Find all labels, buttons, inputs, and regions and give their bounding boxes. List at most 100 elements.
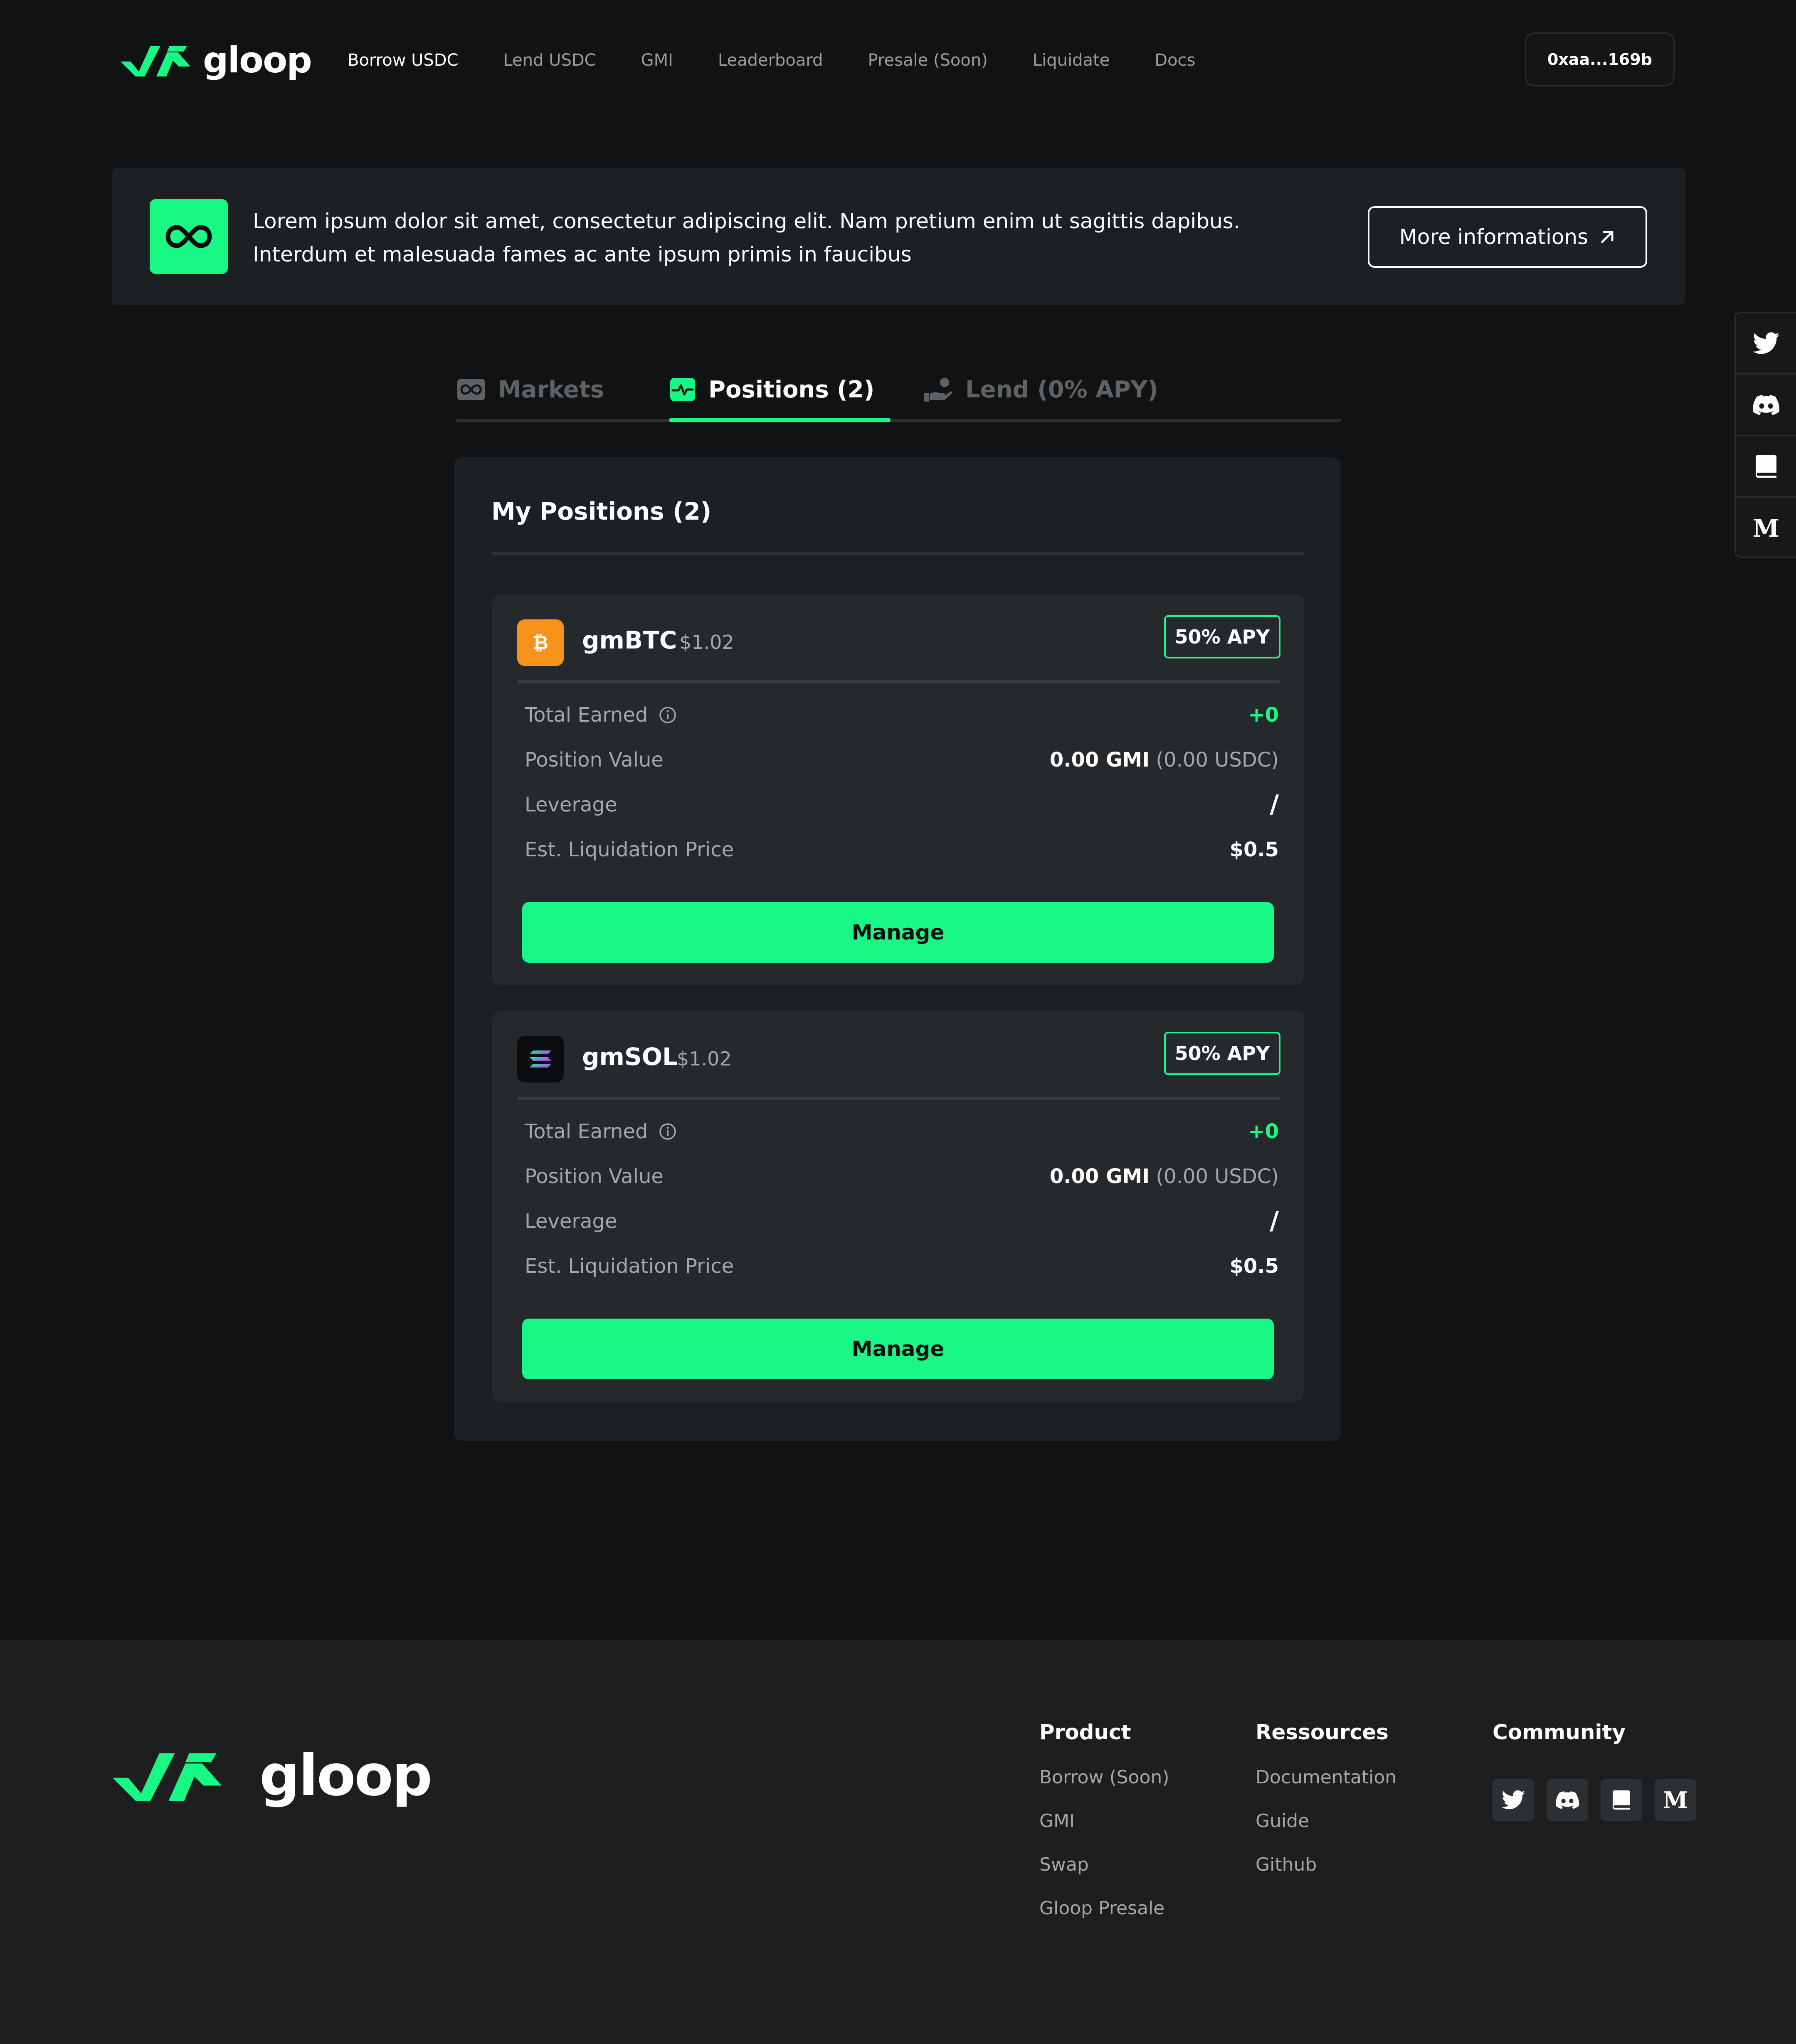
footer-twitter[interactable]	[1493, 1779, 1534, 1821]
footer-link-gmi[interactable]: GMI	[1039, 1810, 1169, 1832]
footer-link-documentation[interactable]: Documentation	[1256, 1767, 1396, 1788]
position-value-label: Position Value	[525, 1165, 664, 1188]
apy-badge: 50% APY	[1164, 1032, 1280, 1075]
footer-medium[interactable]: M	[1655, 1779, 1696, 1821]
twitter-icon	[1502, 1790, 1525, 1810]
leverage-value: /	[1270, 1206, 1279, 1235]
rail-docs[interactable]	[1736, 436, 1796, 498]
coin-price: $1.02	[679, 631, 734, 653]
more-informations-button[interactable]: More informations	[1368, 206, 1647, 268]
card-divider	[517, 1097, 1280, 1100]
coin-price: $1.02	[677, 1048, 732, 1070]
footer-docs[interactable]	[1601, 1779, 1642, 1821]
nav-leaderboard[interactable]: Leaderboard	[718, 51, 823, 70]
liquidation-price-value: $0.5	[1229, 838, 1279, 861]
svg-text:M: M	[1663, 1788, 1688, 1812]
panel-title: My Positions (2)	[491, 497, 712, 525]
brand-name: gloop	[203, 39, 312, 81]
twitter-icon	[1752, 332, 1779, 354]
gloop-logo-mark	[121, 46, 190, 76]
leverage-value: /	[1270, 790, 1279, 819]
tab-positions-label: Positions (2)	[708, 376, 875, 403]
nav-borrow-usdc[interactable]: Borrow USDC	[348, 51, 459, 70]
total-earned-value: +0	[1248, 703, 1279, 727]
nav-docs[interactable]: Docs	[1155, 51, 1195, 70]
position-value-gmi: 0.00 GMI	[1049, 1165, 1150, 1188]
footer-product: Product Borrow (Soon) GMI Swap Gloop Pre…	[1039, 1720, 1169, 1919]
svg-text:₿: ₿	[533, 631, 548, 654]
position-value-label: Position Value	[525, 748, 664, 772]
footer-link-guide[interactable]: Guide	[1256, 1810, 1396, 1832]
position-value: 0.00 GMI (0.00 USDC)	[1050, 1165, 1279, 1188]
position-value-usdc: (0.00 USDC)	[1156, 1165, 1279, 1188]
positions-panel: My Positions (2) ₿ gmBTC $1.02 50% APY T…	[454, 457, 1341, 1441]
footer-link-github[interactable]: Github	[1256, 1854, 1396, 1875]
leverage-label: Leverage	[525, 1210, 617, 1233]
nav-presale[interactable]: Presale (Soon)	[868, 51, 988, 70]
main-nav: Borrow USDC Lend USDC GMI Leaderboard Pr…	[348, 46, 1240, 75]
nav-logo[interactable]: gloop	[121, 39, 312, 81]
nav-gmi[interactable]: GMI	[641, 51, 673, 70]
tabs: Markets Positions (2) Lend (0% APY)	[456, 358, 1341, 422]
position-value-gmi: 0.00 GMI	[1049, 748, 1150, 772]
manage-button[interactable]: Manage	[522, 902, 1274, 963]
position-card-gmsol: gmSOL $1.02 50% APY Total Earned +0 Posi…	[492, 1011, 1304, 1402]
manage-button[interactable]: Manage	[522, 1319, 1274, 1379]
medium-icon: M	[1663, 1788, 1688, 1812]
nav-lend-usdc[interactable]: Lend USDC	[503, 51, 596, 70]
footer-socials: M	[1493, 1779, 1696, 1821]
active-tab-indicator	[669, 418, 891, 422]
footer-resources: Ressources Documentation Guide Github	[1256, 1720, 1396, 1875]
footer: gloop Product Borrow (Soon) GMI Swap Glo…	[0, 1640, 1796, 2044]
total-earned-label: Total Earned	[525, 703, 677, 727]
discord-icon	[1556, 1791, 1579, 1809]
footer-link-swap[interactable]: Swap	[1039, 1854, 1169, 1875]
info-icon[interactable]	[659, 1122, 677, 1141]
svg-text:M: M	[1753, 517, 1779, 540]
solana-icon	[517, 1036, 564, 1082]
rail-twitter[interactable]	[1736, 313, 1796, 375]
footer-link-borrow[interactable]: Borrow (Soon)	[1039, 1767, 1169, 1788]
footer-community: Community M	[1493, 1720, 1696, 1821]
gloop-logo-mark	[112, 1753, 222, 1801]
coin-name: gmSOL	[582, 1043, 678, 1071]
footer-community-title: Community	[1493, 1720, 1626, 1744]
card-divider	[517, 680, 1280, 683]
liquidation-price-label: Est. Liquidation Price	[525, 1255, 734, 1278]
tab-lend[interactable]: Lend (0% APY)	[923, 362, 1158, 417]
wallet-button[interactable]: 0xaa...169b	[1525, 32, 1675, 86]
infinity-icon	[150, 199, 228, 274]
leverage-label: Leverage	[525, 793, 617, 816]
footer-discord[interactable]	[1547, 1779, 1588, 1821]
total-earned-label: Total Earned	[525, 1120, 677, 1143]
panel-divider	[491, 552, 1304, 555]
footer-brand-name: gloop	[259, 1743, 432, 1809]
tab-lend-label: Lend (0% APY)	[965, 376, 1158, 403]
book-icon	[1755, 455, 1776, 478]
apy-badge: 50% APY	[1164, 615, 1280, 658]
info-banner: Lorem ipsum dolor sit amet, consectetur …	[112, 168, 1685, 305]
info-icon[interactable]	[659, 706, 677, 724]
liquidation-price-value: $0.5	[1229, 1255, 1279, 1278]
footer-product-title: Product	[1039, 1720, 1131, 1744]
infinity-icon	[457, 379, 485, 400]
rail-discord[interactable]	[1736, 375, 1796, 436]
activity-icon	[670, 378, 695, 401]
total-earned-value: +0	[1248, 1120, 1279, 1143]
tab-positions[interactable]: Positions (2)	[669, 362, 874, 417]
total-earned-text: Total Earned	[525, 703, 648, 727]
banner-line-1: Lorem ipsum dolor sit amet, consectetur …	[253, 209, 1240, 233]
social-rail: M	[1734, 312, 1796, 558]
bitcoin-icon: ₿	[517, 619, 564, 666]
footer-link-presale[interactable]: Gloop Presale	[1039, 1898, 1169, 1919]
tab-markets[interactable]: Markets	[456, 362, 604, 417]
nav-liquidate[interactable]: Liquidate	[1033, 51, 1110, 70]
position-value: 0.00 GMI (0.00 USDC)	[1050, 748, 1279, 772]
banner-text: Lorem ipsum dolor sit amet, consectetur …	[253, 205, 1334, 271]
book-icon	[1613, 1790, 1630, 1810]
hand-coins-icon	[924, 378, 952, 402]
total-earned-text: Total Earned	[525, 1120, 648, 1143]
rail-medium[interactable]: M	[1736, 498, 1796, 559]
tab-markets-label: Markets	[498, 376, 604, 403]
footer-logo[interactable]: gloop	[112, 1734, 432, 1817]
